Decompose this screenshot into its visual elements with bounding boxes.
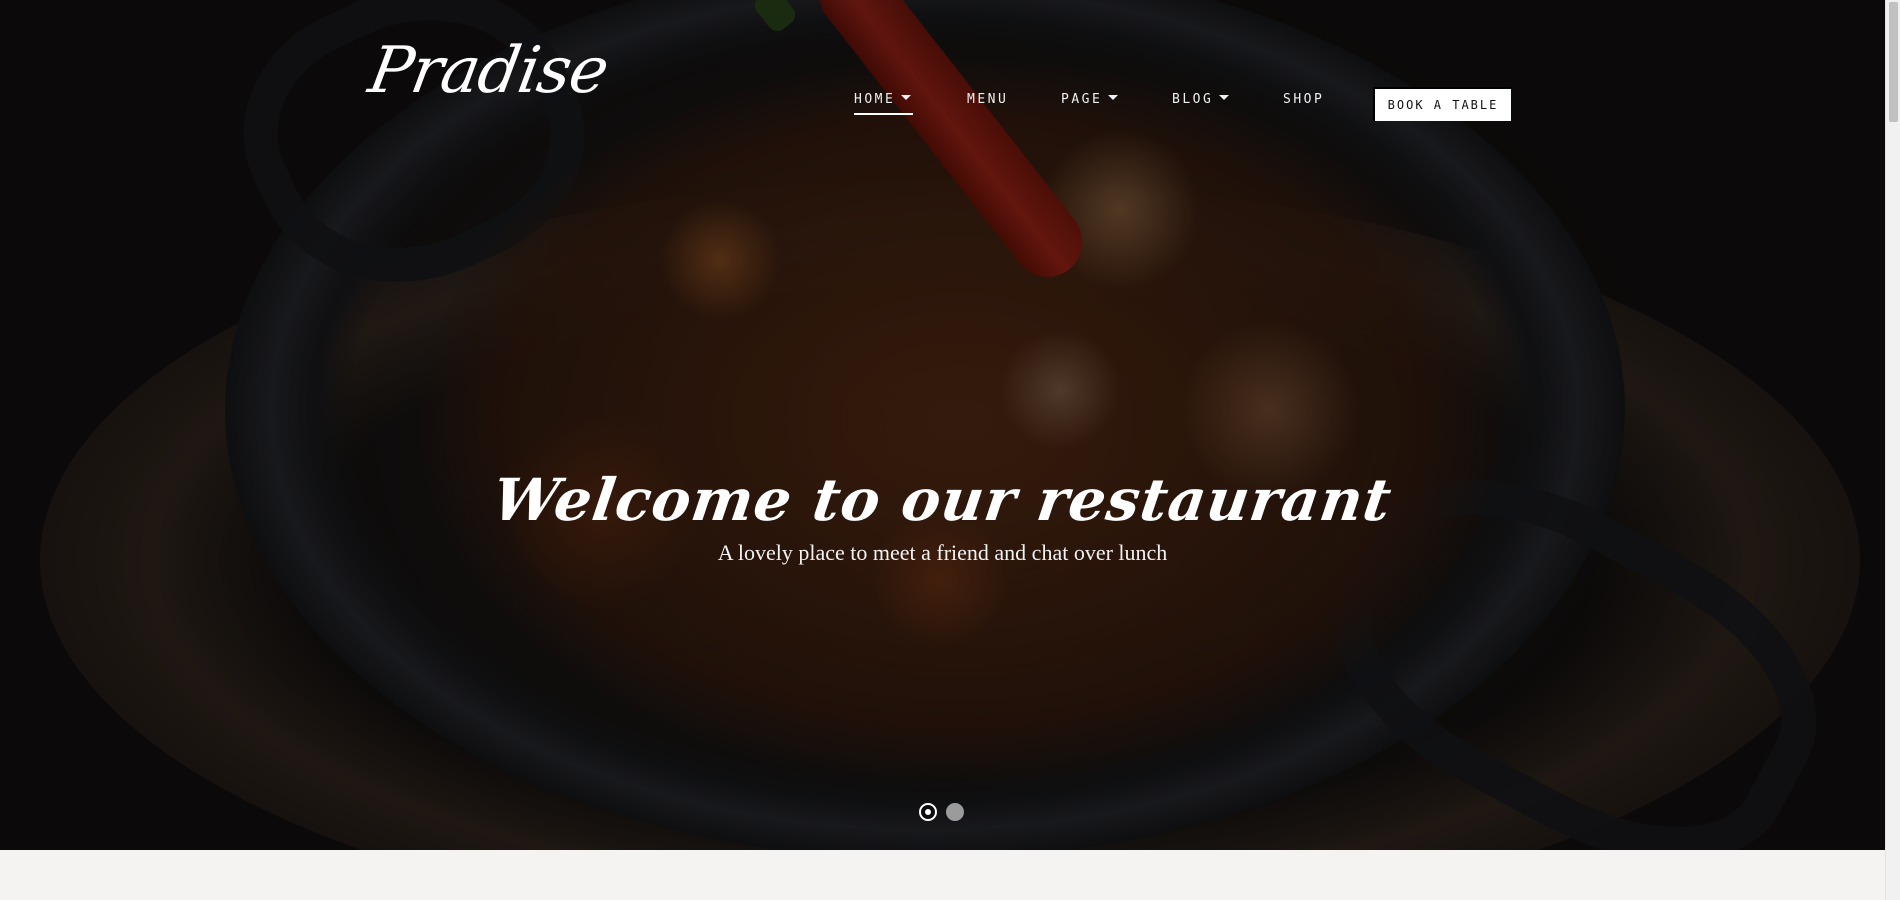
nav-item-page[interactable]: PAGE <box>1061 92 1119 107</box>
nav-item-label: SHOP <box>1283 92 1325 107</box>
nav-item-menu[interactable]: MENU <box>967 92 1008 107</box>
nav-item-label: BLOG <box>1172 92 1214 107</box>
site-logo[interactable]: Pradise <box>363 34 613 108</box>
nav-item-label: HOME <box>854 92 896 107</box>
page-scrollbar[interactable] <box>1885 0 1900 900</box>
nav-item-label: PAGE <box>1061 92 1103 107</box>
carousel-dot-1[interactable] <box>919 803 937 821</box>
book-table-button[interactable]: BOOK A TABLE <box>1375 89 1511 121</box>
nav-item-shop[interactable]: SHOP <box>1283 92 1324 107</box>
hero-slider: Pradise HOME MENU PAGE BLOG SHOP BOOK A … <box>0 0 1885 850</box>
hero-title: Welcome to our restaurant <box>488 466 1397 534</box>
hero-subtitle: A lovely place to meet a friend and chat… <box>717 540 1168 565</box>
caret-down-icon <box>1219 95 1230 100</box>
scrollbar-thumb[interactable] <box>1889 2 1898 122</box>
caret-down-icon <box>1108 95 1119 100</box>
page-viewport: Pradise HOME MENU PAGE BLOG SHOP BOOK A … <box>0 0 1885 900</box>
nav-item-home[interactable]: HOME <box>854 92 914 115</box>
nav-item-label: MENU <box>967 92 1009 107</box>
nav-item-blog[interactable]: BLOG <box>1172 92 1230 107</box>
carousel-dot-2[interactable] <box>946 803 964 821</box>
hero-dark-overlay <box>0 0 1885 850</box>
next-section <box>0 850 1885 900</box>
caret-down-icon <box>901 95 912 100</box>
